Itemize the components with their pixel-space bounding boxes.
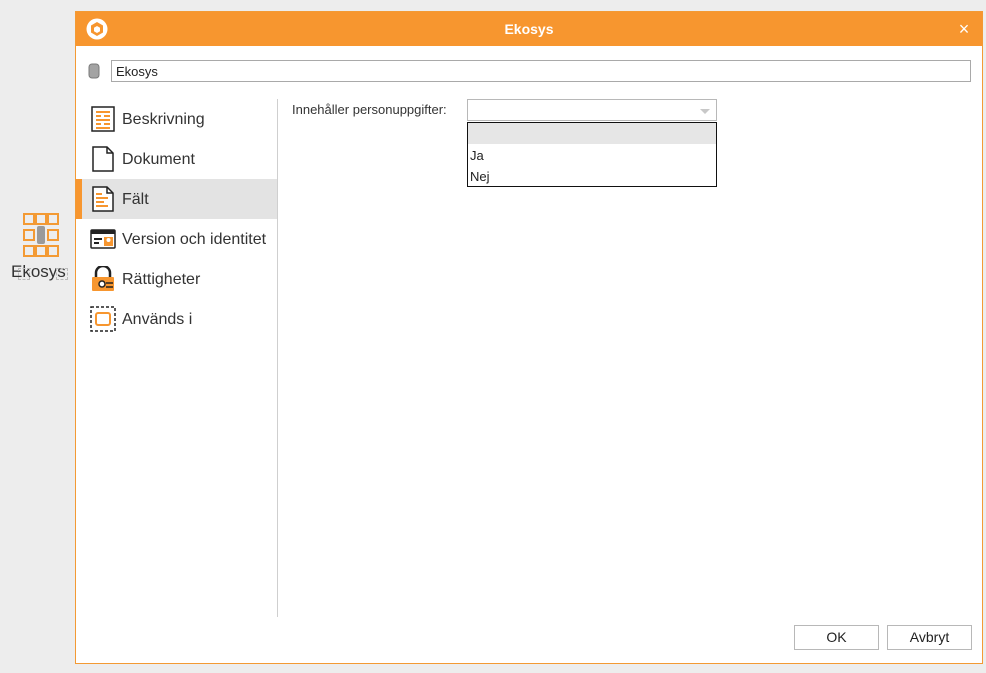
sidebar-item-rattigheter[interactable]: Rättigheter — [76, 259, 277, 299]
lock-icon — [92, 266, 114, 291]
object-name-input[interactable] — [111, 60, 971, 82]
personal-data-label: Innehåller personuppgifter: — [292, 102, 447, 117]
document-icon — [92, 146, 114, 172]
cancel-button[interactable]: Avbryt — [887, 625, 972, 650]
sidebar: Beskrivning Dokument Fält Version och id… — [76, 99, 277, 617]
personal-data-select[interactable] — [467, 99, 717, 121]
sidebar-item-dokument[interactable]: Dokument — [76, 139, 277, 179]
database-icon — [88, 63, 100, 79]
grid-object-icon — [23, 213, 59, 257]
sidebar-divider — [277, 99, 278, 617]
sidebar-item-label: Version och identitet — [122, 231, 267, 248]
sidebar-item-beskrivning[interactable]: Beskrivning — [76, 99, 277, 139]
used-in-icon — [90, 306, 116, 332]
chevron-down-icon[interactable] — [700, 109, 710, 114]
description-icon — [91, 106, 115, 132]
fields-icon — [92, 186, 114, 212]
dropdown-option-empty[interactable] — [468, 123, 716, 144]
sidebar-item-label: Rättigheter — [122, 271, 201, 288]
object-properties-dialog: Ekosys × Beskrivning Dokume — [75, 11, 983, 664]
personal-data-dropdown: Ja Nej — [467, 122, 717, 187]
close-icon[interactable]: × — [954, 19, 974, 39]
dialog-title: Ekosys — [504, 21, 554, 37]
sidebar-item-label: Beskrivning — [122, 111, 205, 128]
dropdown-option-nej[interactable]: Nej — [468, 166, 716, 187]
sidebar-item-anvands-i[interactable]: Används i — [76, 299, 277, 339]
ok-button[interactable]: OK — [794, 625, 879, 650]
sidebar-item-label: Används i — [122, 311, 193, 328]
selection-handle[interactable] — [18, 268, 30, 280]
id-card-icon — [90, 229, 116, 249]
sidebar-item-label: Dokument — [122, 151, 195, 168]
sidebar-item-version-och-identitet[interactable]: Version och identitet — [76, 219, 277, 259]
canvas-node-ekosys[interactable]: Ekosys — [8, 210, 78, 290]
sidebar-item-label: Fält — [122, 191, 149, 208]
name-row — [88, 60, 972, 84]
sidebar-item-falt[interactable]: Fält — [76, 179, 277, 219]
dialog-titlebar[interactable]: Ekosys × — [76, 12, 982, 46]
selection-handle[interactable] — [56, 268, 68, 280]
dropdown-option-ja[interactable]: Ja — [468, 145, 716, 166]
